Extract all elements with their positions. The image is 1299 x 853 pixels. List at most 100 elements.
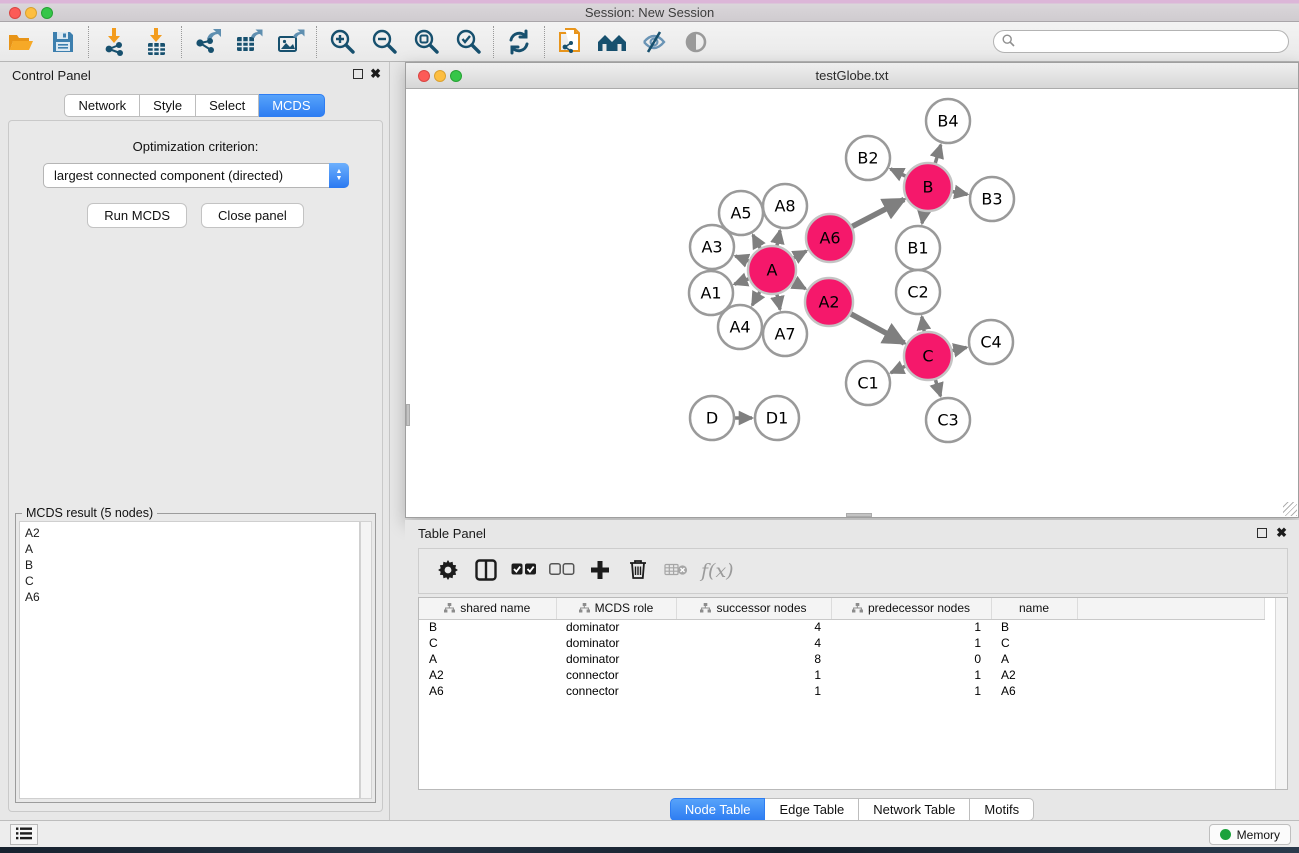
new-network-from-selection-button[interactable] [549, 24, 591, 60]
table-cell[interactable]: 1 [676, 667, 831, 683]
function-builder-icon[interactable]: f(x) [701, 560, 734, 582]
result-list-item[interactable]: A6 [25, 589, 359, 605]
table-vertical-scrollbar[interactable] [1275, 598, 1287, 789]
tab-mcds[interactable]: MCDS [259, 94, 324, 117]
result-list-item[interactable]: B [25, 557, 359, 573]
column-header-predecessor-nodes[interactable]: predecessor nodes [831, 598, 991, 619]
table-cell[interactable]: C [991, 635, 1077, 651]
graph-edge-C-C1[interactable] [891, 366, 905, 372]
zoom-fit-button[interactable] [405, 24, 447, 60]
export-image-button[interactable] [270, 24, 312, 60]
add-column-button[interactable] [581, 552, 619, 590]
graph-edge-A-A4[interactable] [752, 292, 760, 305]
refresh-button[interactable] [498, 24, 540, 60]
table-cell[interactable]: dominator [556, 635, 676, 651]
graph-edge-A-A3[interactable] [735, 256, 748, 261]
graph-edge-A-A2[interactable] [794, 282, 806, 289]
show-details-button[interactable] [675, 24, 717, 60]
table-cell[interactable]: A [419, 651, 556, 667]
table-cell[interactable]: 1 [831, 667, 991, 683]
table-cell[interactable]: B [991, 619, 1077, 635]
graph-edge-A6-B[interactable] [852, 199, 904, 226]
table-cell[interactable]: dominator [556, 651, 676, 667]
tab-network-table[interactable]: Network Table [859, 798, 970, 821]
open-cybrowser-button[interactable] [591, 24, 633, 60]
table-cell[interactable]: C [419, 635, 556, 651]
float-panel-icon[interactable] [353, 69, 363, 79]
graph-edge-C-C3[interactable] [935, 380, 940, 396]
network-horizontal-scrollbar[interactable] [406, 512, 1298, 517]
zoom-out-button[interactable] [363, 24, 405, 60]
table-cell[interactable]: dominator [556, 619, 676, 635]
table-row[interactable]: A6connector11A6 [419, 683, 1264, 699]
tab-network[interactable]: Network [64, 94, 140, 117]
graph-edge-B-B1[interactable] [922, 212, 924, 224]
settings-gear-button[interactable] [429, 552, 467, 590]
table-row[interactable]: Cdominator41C [419, 635, 1264, 651]
zoom-selected-button[interactable] [447, 24, 489, 60]
import-table-button[interactable] [135, 24, 177, 60]
tab-style[interactable]: Style [140, 94, 196, 117]
node-table[interactable]: shared name MCDS role successor nodes pr… [418, 597, 1288, 790]
zoom-in-button[interactable] [321, 24, 363, 60]
column-header-shared-name[interactable]: shared name [419, 598, 556, 619]
table-cell[interactable]: A [991, 651, 1077, 667]
result-list-item[interactable]: A [25, 541, 359, 557]
scrollbar-thumb[interactable] [406, 404, 410, 426]
run-mcds-button[interactable]: Run MCDS [87, 203, 187, 228]
result-list-item[interactable]: C [25, 573, 359, 589]
column-header-successor-nodes[interactable]: successor nodes [676, 598, 831, 619]
network-vertical-scrollbar[interactable] [406, 89, 411, 517]
search-box[interactable] [993, 30, 1289, 53]
table-cell[interactable]: 1 [831, 619, 991, 635]
graph-edge-A2-C[interactable] [851, 314, 904, 343]
table-row[interactable]: A2connector11A2 [419, 667, 1264, 683]
table-cell[interactable]: 4 [676, 635, 831, 651]
search-input[interactable] [1020, 33, 1288, 51]
graph-edge-A-A6[interactable] [794, 251, 806, 258]
table-cell[interactable]: 1 [831, 683, 991, 699]
mcds-result-list[interactable]: A2ABCA6 [19, 521, 360, 799]
table-cell[interactable]: 1 [676, 683, 831, 699]
table-cell[interactable]: A2 [419, 667, 556, 683]
close-panel-icon[interactable]: ✖ [370, 66, 381, 82]
tab-select[interactable]: Select [196, 94, 259, 117]
tab-edge-table[interactable]: Edge Table [765, 798, 859, 821]
graph-edge-C-C2[interactable] [922, 317, 924, 332]
graph-edge-B-B2[interactable] [891, 169, 906, 176]
window-resize-grip[interactable] [1283, 502, 1297, 516]
close-panel-icon[interactable]: ✖ [1276, 525, 1287, 541]
table-cell[interactable]: A6 [991, 683, 1077, 699]
table-row[interactable]: Adominator80A [419, 651, 1264, 667]
tab-node-table[interactable]: Node Table [670, 798, 766, 821]
table-cell[interactable]: 1 [831, 635, 991, 651]
delete-button[interactable] [619, 552, 657, 590]
graph-edge-A-A1[interactable] [734, 279, 748, 284]
table-cell[interactable]: connector [556, 683, 676, 699]
network-window-titlebar[interactable]: testGlobe.txt [406, 63, 1298, 89]
open-session-button[interactable] [0, 24, 42, 60]
close-panel-button[interactable]: Close panel [201, 203, 304, 228]
column-layout-button[interactable] [467, 552, 505, 590]
table-cell[interactable]: A6 [419, 683, 556, 699]
select-all-button[interactable] [505, 552, 543, 590]
column-header-name[interactable]: name [991, 598, 1077, 619]
table-cell[interactable]: 0 [831, 651, 991, 667]
table-cell[interactable]: B [419, 619, 556, 635]
memory-button[interactable]: Memory [1209, 824, 1291, 845]
graph-edge-C-C4[interactable] [952, 347, 966, 350]
table-cell[interactable]: A2 [991, 667, 1077, 683]
criterion-dropdown[interactable]: largest connected component (directed) ▲… [43, 163, 349, 188]
table-cell[interactable]: connector [556, 667, 676, 683]
scrollbar-thumb[interactable] [846, 513, 872, 517]
delete-table-button[interactable] [657, 552, 695, 590]
table-cell[interactable]: 8 [676, 651, 831, 667]
result-list-item[interactable]: A2 [25, 525, 359, 541]
export-table-button[interactable] [228, 24, 270, 60]
graph-edge-A-A5[interactable] [753, 235, 760, 248]
export-network-button[interactable] [186, 24, 228, 60]
graph-edge-A-A7[interactable] [777, 294, 780, 309]
hide-details-button[interactable] [633, 24, 675, 60]
table-row[interactable]: Bdominator41B [419, 619, 1264, 635]
save-session-button[interactable] [42, 24, 84, 60]
